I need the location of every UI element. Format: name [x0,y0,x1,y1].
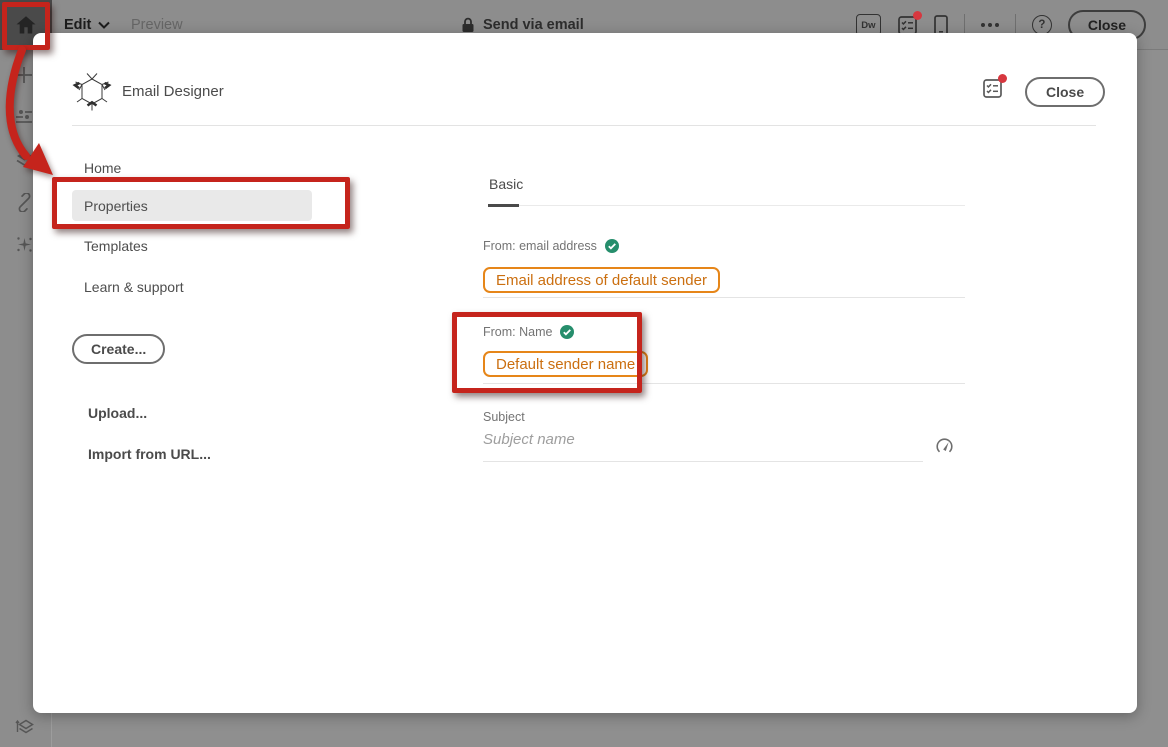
sidebar-item-learn-support[interactable]: Learn & support [84,279,184,295]
annotation-arrow [5,46,53,175]
import-from-url-button[interactable]: Import from URL... [88,446,211,462]
link-icon[interactable] [15,193,34,212]
header-divider [72,125,1096,126]
help-icon[interactable]: ? [1031,15,1052,35]
upload-button[interactable]: Upload... [88,405,147,421]
notification-dot [912,10,922,20]
dialog-tasks-button[interactable] [982,74,1007,99]
create-button[interactable]: Create... [72,334,166,364]
subject-label: Subject [483,410,525,424]
from-email-chip[interactable]: Email address of default sender [483,267,720,293]
personalization-gauge-icon[interactable] [935,437,954,456]
sidebar-item-templates[interactable]: Templates [84,238,148,254]
from-email-label: From: email address [483,239,619,253]
send-via-email-label: Send via email [483,17,584,33]
sparkles-icon[interactable] [15,235,34,254]
help-glyph: ? [1038,19,1046,31]
from-email-label-text: From: email address [483,239,597,253]
annotation-box-properties [52,177,350,229]
layers-arrow-icon[interactable] [15,717,35,737]
subject-input[interactable] [483,427,913,451]
chevron-down-icon [98,21,111,29]
subject-label-text: Subject [483,410,525,424]
subject-underline [483,461,923,462]
from-email-underline [483,297,965,298]
email-designer-logo [72,73,112,111]
dialog-close-button[interactable]: Close [1025,77,1106,107]
dw-label: Dw [861,19,876,31]
dialog-title: Email Designer [122,83,224,100]
edit-label: Edit [64,17,92,33]
preview-label: Preview [131,17,183,33]
annotation-box-from-name [452,312,642,393]
lock-icon [462,17,474,32]
tab-basic[interactable]: Basic [489,176,523,192]
valid-check-icon [604,239,619,253]
notification-dot [998,74,1007,83]
more-icon[interactable] [980,23,999,27]
tab-active-indicator [488,204,519,207]
from-email-chip-label: Email address of default sender [496,271,707,289]
tab-baseline [488,205,965,206]
annotation-box-home [2,2,50,50]
sidebar-item-home[interactable]: Home [84,160,121,176]
